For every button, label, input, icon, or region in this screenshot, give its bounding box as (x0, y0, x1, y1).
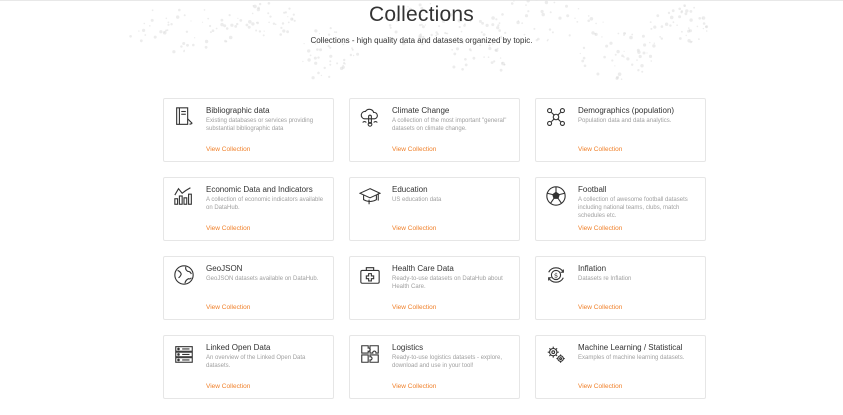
page-header: Collections Collections - high quality d… (0, 0, 843, 45)
collection-description: A collection of awesome football dataset… (578, 197, 688, 219)
collection-card[interactable]: Health Care Data Ready-to-use datasets o… (349, 256, 520, 320)
people-network-icon (545, 106, 567, 128)
view-collection-link[interactable]: View Collection (392, 383, 436, 390)
collection-title: Machine Learning / Statistical (578, 343, 683, 352)
view-collection-link[interactable]: View Collection (578, 225, 622, 232)
medical-kit-icon (359, 264, 381, 286)
collection-title: Health Care Data (392, 264, 454, 273)
collection-title: Inflation (578, 264, 607, 273)
collection-title: Climate Change (392, 106, 450, 115)
view-collection-link[interactable]: View Collection (206, 383, 250, 390)
dollar-cycle-icon: $ (545, 264, 567, 286)
globe-icon (173, 264, 195, 286)
view-collection-link[interactable]: View Collection (206, 304, 250, 311)
collection-description: GeoJSON datasets available on DataHub. (206, 276, 319, 282)
collection-title: GeoJSON (206, 264, 243, 273)
collection-description: Population data and data analytics. (578, 118, 672, 124)
collection-description: US education data (392, 197, 442, 203)
collection-title: Demographics (population) (578, 106, 675, 115)
puzzle-icon (359, 343, 381, 365)
collection-description: Ready-to-use logistics datasets - explor… (392, 355, 503, 369)
collection-title: Football (578, 185, 607, 194)
collection-title: Bibliographic data (206, 106, 270, 115)
collection-card[interactable]: Climate Change A collection of the most … (349, 98, 520, 162)
view-collection-link[interactable]: View Collection (578, 146, 622, 153)
collection-card[interactable]: Economic Data and Indicators A collectio… (163, 177, 334, 241)
cloud-thermometer-icon (359, 106, 381, 128)
collection-title: Education (392, 185, 428, 194)
collection-description: An overview of the Linked Open Data data… (206, 355, 306, 369)
collection-description: Existing databases or services providing… (206, 118, 314, 132)
collection-description: A collection of economic indicators avai… (206, 197, 324, 211)
collection-card[interactable]: Machine Learning / Statistical Examples … (535, 335, 706, 399)
collection-card[interactable]: Linked Open Data An overview of the Link… (163, 335, 334, 399)
collection-title: Linked Open Data (206, 343, 271, 352)
view-collection-link[interactable]: View Collection (392, 225, 436, 232)
collection-card[interactable]: Football A collection of awesome footbal… (535, 177, 706, 241)
collection-description: Ready-to-use datasets on DataHub about H… (392, 276, 503, 290)
graduation-cap-icon (359, 185, 381, 207)
collection-card[interactable]: Bibliographic data Existing databases or… (163, 98, 334, 162)
collection-card[interactable]: GeoJSON GeoJSON datasets available on Da… (163, 256, 334, 320)
collection-description: A collection of the most important "gene… (392, 118, 507, 132)
view-collection-link[interactable]: View Collection (206, 225, 250, 232)
view-collection-link[interactable]: View Collection (392, 146, 436, 153)
view-collection-link[interactable]: View Collection (578, 304, 622, 311)
collection-title: Logistics (392, 343, 424, 352)
collection-description: Datasets re Inflation (578, 276, 632, 282)
collection-card[interactable]: Logistics Ready-to-use logistics dataset… (349, 335, 520, 399)
view-collection-link[interactable]: View Collection (578, 383, 622, 390)
collections-grid: Bibliographic data Existing databases or… (163, 98, 706, 399)
svg-text:$: $ (554, 271, 558, 279)
page-subtitle: Collections - high quality data and data… (310, 36, 533, 45)
server-icon (173, 343, 195, 365)
chart-icon (173, 185, 195, 207)
collection-title: Economic Data and Indicators (206, 185, 313, 194)
collection-card[interactable]: Demographics (population) Population dat… (535, 98, 706, 162)
collection-card[interactable]: $ Inflation Datasets re Inflation View C… (535, 256, 706, 320)
page-title: Collections (369, 3, 474, 26)
book-icon (173, 106, 195, 128)
gears-icon (545, 343, 567, 365)
collection-card[interactable]: Education US education data View Collect… (349, 177, 520, 241)
collection-description: Examples of machine learning datasets. (578, 355, 685, 361)
view-collection-link[interactable]: View Collection (206, 146, 250, 153)
football-icon (545, 185, 567, 207)
view-collection-link[interactable]: View Collection (392, 304, 436, 311)
